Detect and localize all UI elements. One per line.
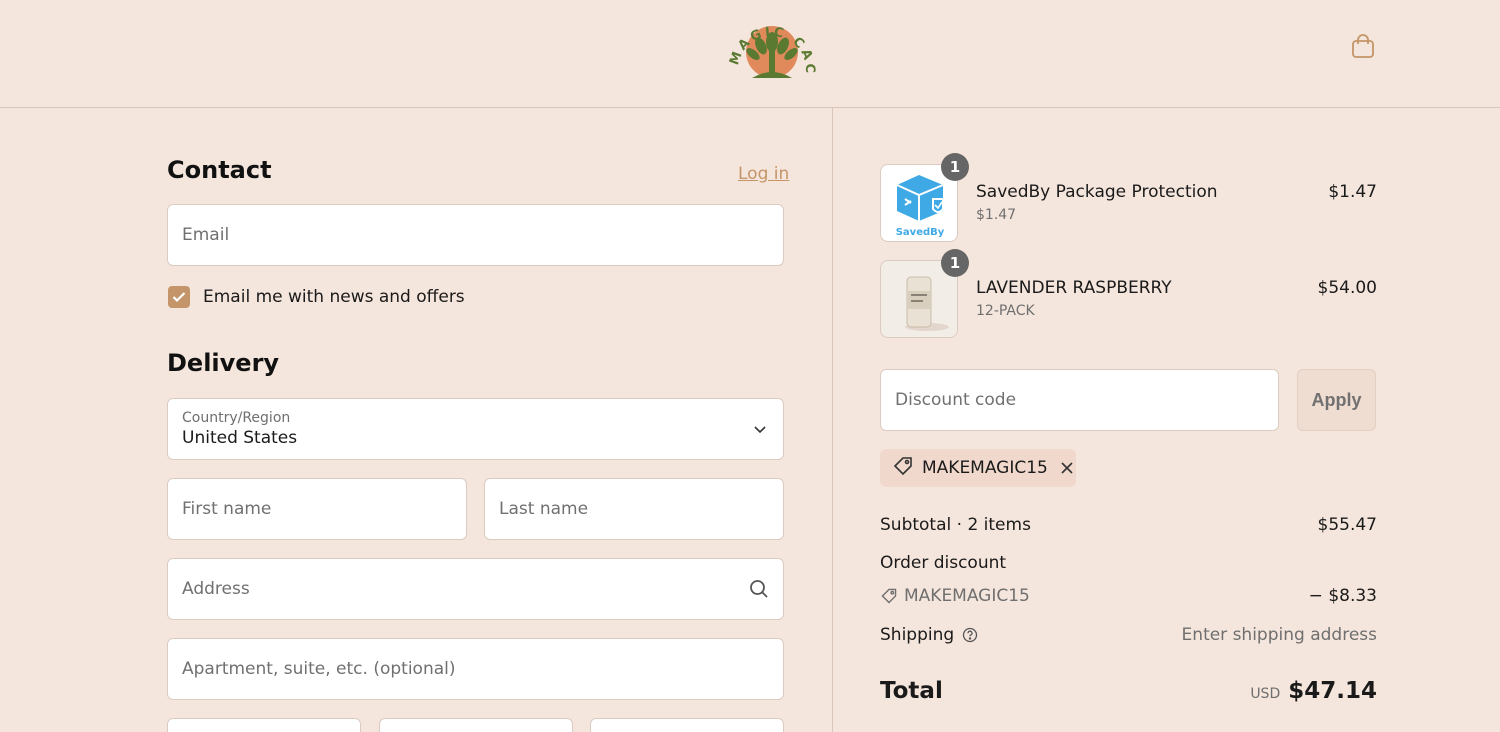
header: MAGIC CACTUS — [0, 0, 1500, 108]
subtotal-value: $55.47 — [1317, 515, 1377, 535]
remove-discount-icon[interactable] — [1060, 461, 1074, 475]
product-subtitle: $1.47 — [976, 207, 1017, 223]
email-placeholder: Email — [182, 225, 230, 245]
city-field[interactable] — [167, 718, 361, 732]
product-name: LAVENDER RASPBERRY — [976, 278, 1172, 298]
applied-discount-chip: MAKEMAGIC15 — [880, 449, 1076, 487]
apply-discount-button[interactable]: Apply — [1297, 369, 1376, 431]
discount-code-text: MAKEMAGIC15 — [904, 586, 1030, 606]
total-label: Total — [880, 678, 943, 704]
checkmark-icon — [172, 292, 186, 303]
discount-code-input[interactable]: Discount code — [880, 369, 1279, 431]
product-price: $54.00 — [1317, 278, 1377, 298]
newsletter-label: Email me with news and offers — [203, 287, 465, 307]
order-discount-label: Order discount — [880, 553, 1007, 573]
discount-placeholder: Discount code — [895, 390, 1017, 410]
address-placeholder: Address — [182, 579, 250, 599]
login-link[interactable]: Log in — [738, 164, 789, 184]
shipping-row: Shipping — [880, 625, 978, 645]
product-thumbnail-savedby: SavedBy 1 — [880, 153, 969, 242]
applied-code-label: MAKEMAGIC15 — [922, 458, 1048, 478]
quantity-badge: 1 — [941, 249, 969, 277]
email-field[interactable]: Email — [167, 204, 784, 266]
shipping-value: Enter shipping address — [1181, 625, 1377, 645]
help-icon[interactable] — [962, 627, 978, 643]
last-name-field[interactable]: Last name — [484, 478, 784, 540]
chevron-down-icon — [753, 421, 767, 441]
tag-icon — [880, 587, 898, 605]
apartment-placeholder: Apartment, suite, etc. (optional) — [182, 659, 456, 679]
newsletter-checkbox-row[interactable]: Email me with news and offers — [168, 286, 465, 308]
quantity-badge: 1 — [941, 153, 969, 181]
discount-code-row: MAKEMAGIC15 — [880, 586, 1030, 606]
savedby-brand-text: SavedBy — [896, 227, 945, 238]
country-label: Country/Region — [182, 410, 291, 426]
column-divider — [832, 108, 833, 732]
shipping-label: Shipping — [880, 625, 955, 645]
total-row: USD $47.14 — [1250, 678, 1377, 704]
contact-title: Contact — [167, 156, 272, 184]
search-icon[interactable] — [749, 579, 769, 604]
apartment-field[interactable]: Apartment, suite, etc. (optional) — [167, 638, 784, 700]
product-name: SavedBy Package Protection — [976, 182, 1218, 202]
subtotal-label: Subtotal · 2 items — [880, 515, 1031, 535]
first-name-field[interactable]: First name — [167, 478, 467, 540]
shopping-bag-icon[interactable] — [1349, 32, 1377, 60]
product-price: $1.47 — [1328, 182, 1377, 202]
state-field[interactable] — [379, 718, 573, 732]
currency-label: USD — [1250, 686, 1281, 702]
address-field[interactable]: Address — [167, 558, 784, 620]
total-value: $47.14 — [1288, 678, 1377, 704]
tag-icon — [892, 455, 914, 481]
product-thumbnail-lavender: 1 — [880, 249, 969, 338]
magic-cactus-logo[interactable]: MAGIC CACTUS — [721, 0, 816, 84]
product-subtitle: 12-PACK — [976, 303, 1035, 319]
zip-field[interactable] — [590, 718, 784, 732]
country-select[interactable]: Country/Region United States — [167, 398, 784, 460]
discount-value: − $8.33 — [1308, 586, 1377, 606]
last-name-placeholder: Last name — [499, 499, 589, 519]
newsletter-checkbox[interactable] — [168, 286, 190, 308]
first-name-placeholder: First name — [182, 499, 272, 519]
country-value: United States — [182, 428, 298, 448]
delivery-title: Delivery — [167, 349, 280, 377]
